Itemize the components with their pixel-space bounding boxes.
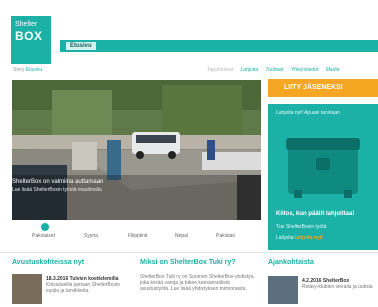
tab-pakistan[interactable]: Pakistan (216, 233, 235, 239)
tab-nepal[interactable]: Nepal (175, 233, 188, 239)
nav-link-products[interactable]: Tuotteet (265, 67, 283, 73)
promo-title: Kiitos, kun päätit lahjoittaa! (276, 211, 355, 217)
hero-photo (12, 80, 261, 220)
breadcrumb: Siirry Etusivu (13, 64, 42, 76)
tab-philippines[interactable]: Filippiinit (128, 233, 147, 239)
join-member-button[interactable]: LIITY JÄSENEKSI (268, 79, 378, 97)
section-divider (0, 252, 378, 253)
section-current-text: 18.3.2016 Tulvien koettelemilla Kriisial… (46, 276, 126, 294)
hero-caption-subtitle: Lue lisää ShelterBoxin työstä maailmalla (12, 187, 102, 193)
section-news-teaser: Rotary-klubien vierailu ja uutisia (302, 284, 373, 290)
section-title-current[interactable]: Avustuskohteissa nyt (12, 259, 84, 266)
section-news-text: 4.2.2016 ShelterBox Rotary-klubien viera… (302, 278, 376, 290)
main-nav: Tapahtumat Lahjoita Tuotteet Yhteystiedo… (207, 64, 345, 76)
nav-link-events[interactable]: Tapahtumat (207, 67, 233, 73)
nav-link-media[interactable]: Media (326, 67, 340, 73)
hero-image[interactable] (12, 80, 261, 220)
tab-refugees[interactable]: Pakolaiset (32, 233, 55, 239)
hero-caption-title[interactable]: ShelterBox on valmiina auttamaan (12, 178, 103, 186)
promo-line2: Lahjoita lahjoita nyt! (276, 235, 323, 241)
promo-line1: Tue ShelterBoxin työtä (276, 224, 327, 230)
nav-link-contact[interactable]: Yhteystiedot (291, 67, 319, 73)
section-current-teaser: Kriisialueilla jaetaan ShelterBoxin suoj… (46, 282, 120, 294)
section-title-about[interactable]: Miksi on ShelterBox Tuki ry? (140, 259, 236, 266)
shelterbox-logo[interactable]: Shelter BOX (11, 16, 51, 64)
logo-shelter: Shelter (15, 21, 38, 28)
promo-heading: Lahjoita nyt! Apuasi tarvitaan (276, 110, 340, 116)
breadcrumb-home-link[interactable]: Etusivu (26, 67, 42, 73)
section-current-thumbnail[interactable] (12, 274, 42, 304)
home-link[interactable]: Etusivu (66, 42, 96, 50)
hero-tabs: Pakolaiset Syyria Filippiinit Nepal Paki… (12, 222, 261, 246)
section-news-thumbnail[interactable] (268, 276, 298, 304)
section-title-news[interactable]: Ajankohtaista (268, 259, 314, 266)
hero-caption: ShelterBox on valmiina auttamaan Lue lis… (12, 178, 103, 194)
section-about-teaser: ShelterBox Tuki ry on Suomen ShelterBox-… (140, 274, 255, 292)
breadcrumb-prefix: Siirry (13, 67, 25, 73)
shelterbox-icon (286, 138, 360, 198)
promo-donate-link[interactable]: lahjoita nyt! (295, 235, 323, 241)
nav-row: Siirry Etusivu Tapahtumat Lahjoita Tuott… (11, 64, 378, 76)
logo-box: BOX (15, 29, 43, 43)
top-menu-bar: Etusivu (60, 40, 378, 52)
tab-syria[interactable]: Syyria (84, 233, 98, 239)
promo-line2-prefix: Lahjoita (276, 235, 294, 241)
nav-link-donate[interactable]: Lahjoita (241, 67, 259, 73)
donate-promo[interactable]: Lahjoita nyt! Apuasi tarvitaan Kiitos, k… (268, 104, 378, 250)
active-tab-indicator-icon (41, 223, 49, 231)
